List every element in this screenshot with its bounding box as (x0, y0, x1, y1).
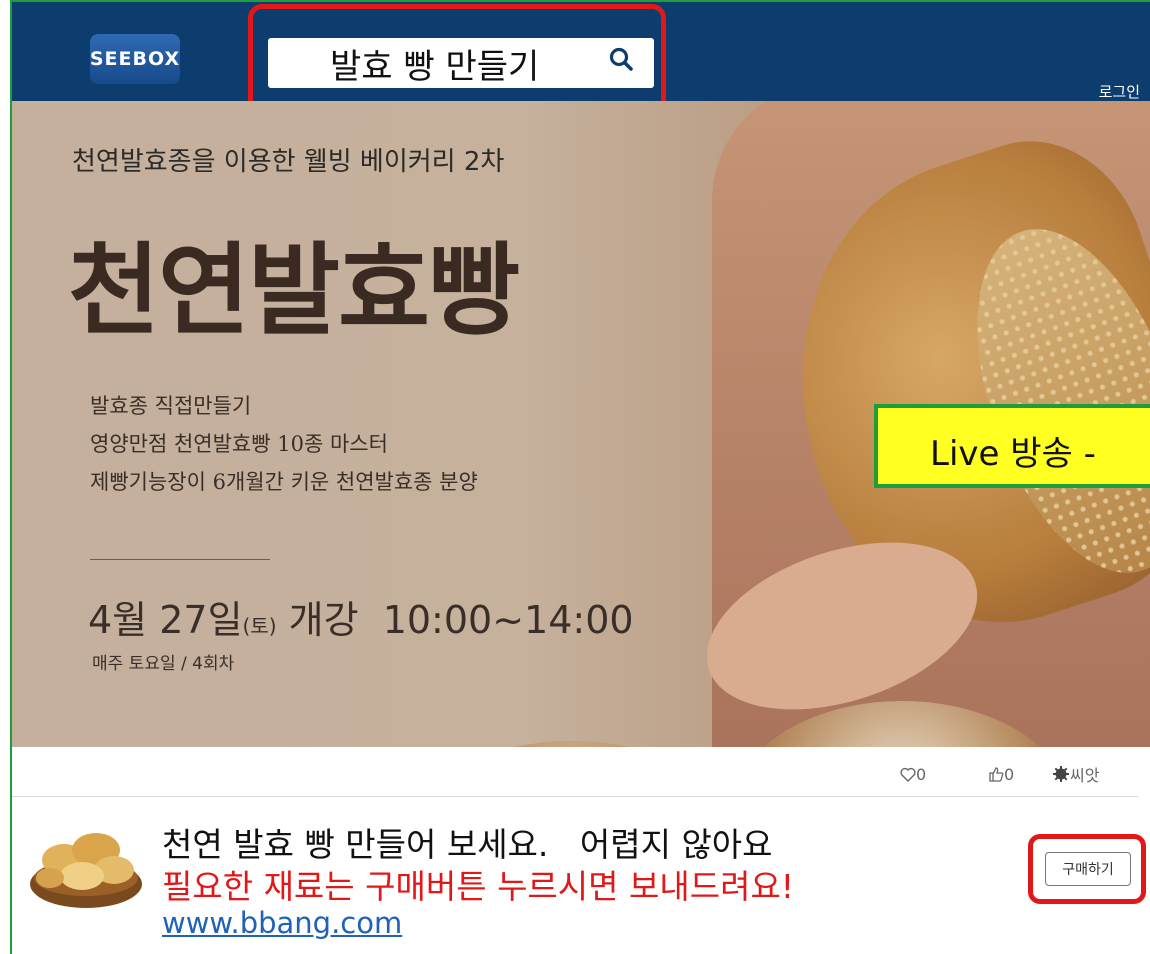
heart-icon (900, 767, 916, 782)
thumbs-up-icon (989, 767, 1004, 782)
banner-feature-line: 제빵기능장이 6개월간 키운 천연발효종 분양 (90, 470, 478, 494)
like-count-value: 0 (916, 764, 927, 784)
search-box (268, 38, 654, 88)
banner-feature-line: 발효종 직접만들기 (90, 394, 252, 418)
site-header: SEEBOX 로그인 (12, 2, 1150, 101)
banner-date-day: (토) (242, 614, 277, 638)
search-input[interactable] (268, 38, 598, 88)
thumbs-up-count[interactable]: 0 (988, 762, 1014, 786)
banner-feature-list: 발효종 직접만들기 영양만점 천연발효빵 10종 마스터 제빵기능장이 6개월간… (90, 387, 478, 501)
divider (12, 796, 1138, 797)
live-broadcast-label: Live 방송 - (874, 404, 1150, 488)
seed-label: 씨앗 (1070, 766, 1100, 785)
post-text-line1: 천연 발효 빵 만들어 보세요. 어렵지 않아요 (162, 825, 773, 864)
post-text-line2: 필요한 재료는 구매버튼 누르시면 보내드려요! (162, 867, 795, 906)
like-count[interactable]: 0 (900, 762, 926, 786)
banner-schedule: 매주 토요일 / 4회차 (92, 654, 235, 674)
bread-basket-icon (30, 833, 142, 908)
login-link[interactable]: 로그인 (1099, 81, 1140, 102)
banner-title: 천연발효빵 (68, 231, 520, 349)
buy-highlight-box: 구매하기 (1028, 834, 1146, 904)
banner-subtitle: 천연발효종을 이용한 웰빙 베이커리 2차 (72, 147, 505, 177)
post-link[interactable]: www.bbang.com (162, 906, 402, 940)
banner-date-main: 4월 27일 (88, 598, 243, 642)
banner-divider (90, 559, 270, 560)
banner-feature-line: 영양만점 천연발효빵 10종 마스터 (90, 432, 388, 456)
thumbs-up-count-value: 0 (1004, 764, 1015, 784)
banner-date: 4월 27일(토) 개강 10:00~14:00 (88, 589, 634, 644)
seed-button[interactable]: 씨앗 (1052, 762, 1099, 786)
round-bread-image (412, 741, 732, 747)
banner-date-time: 개강 10:00~14:00 (276, 598, 634, 642)
search-icon[interactable] (608, 46, 634, 72)
seebox-logo[interactable]: SEEBOX (90, 34, 180, 84)
seed-icon (1053, 766, 1069, 782)
buy-button[interactable]: 구매하기 (1045, 852, 1131, 886)
